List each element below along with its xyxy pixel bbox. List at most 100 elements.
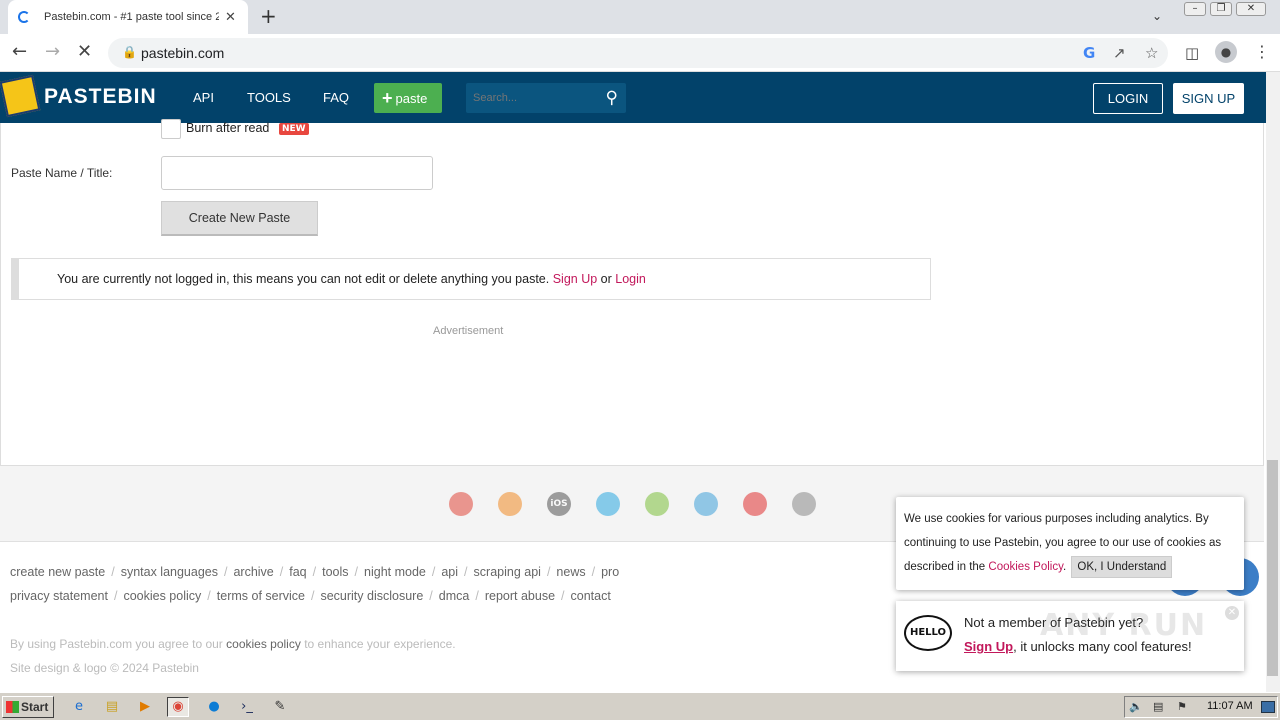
browser-toolbar: ← → ✕ 🔒 pastebin.com G ↗ ☆ ◫ ● ⋮ bbox=[0, 34, 1280, 72]
footer-link[interactable]: night mode bbox=[364, 565, 426, 579]
cookie-text: We use cookies for various purposes incl… bbox=[904, 513, 1222, 573]
ios-icon[interactable]: iOS bbox=[547, 492, 571, 516]
edge-icon[interactable]: ● bbox=[203, 697, 225, 717]
promo-signup-link[interactable]: Sign Up bbox=[964, 639, 1013, 654]
new-tab-button[interactable]: + bbox=[260, 6, 277, 26]
create-new-paste-button[interactable]: Create New Paste bbox=[161, 201, 318, 236]
plus-icon: + bbox=[382, 88, 393, 108]
menu-kebab-icon[interactable]: ⋮ bbox=[1254, 42, 1270, 62]
cookies-policy-link[interactable]: Cookies Policy bbox=[988, 561, 1063, 573]
show-desktop-icon[interactable] bbox=[1261, 701, 1275, 713]
footer-separator: / bbox=[429, 589, 433, 603]
start-button[interactable]: Start bbox=[2, 696, 54, 718]
notice-login-link[interactable]: Login bbox=[615, 272, 646, 286]
footer-link[interactable]: syntax languages bbox=[121, 565, 218, 579]
nav-api[interactable]: API bbox=[193, 90, 214, 105]
footer-link[interactable]: cookies policy bbox=[123, 589, 201, 603]
system-tray: 🔈 ▤ ⚑ 11:07 AM bbox=[1124, 696, 1278, 718]
footer-separator: / bbox=[279, 565, 284, 579]
footer-separator: / bbox=[431, 565, 436, 579]
nav-tools[interactable]: TOOLS bbox=[247, 90, 291, 105]
url-text[interactable]: pastebin.com bbox=[141, 45, 224, 61]
footer-link[interactable]: pro bbox=[601, 565, 619, 579]
new-paste-button[interactable]: + paste bbox=[374, 83, 442, 113]
chrome-taskbar-icon[interactable]: ◉ bbox=[167, 697, 189, 717]
folder-icon[interactable]: ▤ bbox=[101, 697, 123, 717]
footer-link[interactable]: terms of service bbox=[217, 589, 305, 603]
footer-separator: / bbox=[561, 589, 565, 603]
lock-icon[interactable]: 🔒 bbox=[122, 45, 137, 59]
promo-close-icon[interactable]: ✕ bbox=[1225, 606, 1239, 620]
footer-link[interactable]: news bbox=[556, 565, 585, 579]
paste-name-input[interactable] bbox=[161, 156, 433, 190]
close-window-button[interactable]: ✕ bbox=[1236, 2, 1266, 16]
footer-links-row-2: privacy statement / cookies policy / terms o… bbox=[10, 589, 611, 603]
footer-link[interactable]: scraping api bbox=[474, 565, 541, 579]
side-panel-icon[interactable]: ◫ bbox=[1185, 43, 1199, 63]
notepad-icon[interactable]: ✎ bbox=[269, 697, 291, 717]
footer-separator: / bbox=[113, 589, 118, 603]
footer-link[interactable]: dmca bbox=[439, 589, 470, 603]
footer-copyright: Site design & logo © 2024 Pastebin bbox=[10, 661, 199, 675]
footer-link[interactable]: security disclosure bbox=[320, 589, 423, 603]
powershell-icon[interactable]: ›_ bbox=[236, 697, 258, 717]
action-center-flag-icon[interactable]: ⚑ bbox=[1177, 700, 1187, 713]
footer-separator: / bbox=[312, 565, 317, 579]
footer-separator: / bbox=[354, 565, 359, 579]
windows-icon[interactable] bbox=[596, 492, 620, 516]
search-input[interactable] bbox=[466, 83, 596, 113]
restore-button[interactable]: ❐ bbox=[1210, 2, 1232, 16]
site-header: PASTEBIN API TOOLS FAQ +paste ⚲ LOGIN SI… bbox=[0, 72, 1266, 123]
linux-icon[interactable] bbox=[792, 492, 816, 516]
footer-links-row-1: create new paste / syntax languages / archiv… bbox=[10, 565, 619, 579]
footer-cookies-policy-link[interactable]: cookies policy bbox=[226, 637, 301, 651]
search-icon[interactable]: ⚲ bbox=[606, 88, 618, 108]
google-lens-icon[interactable]: G bbox=[1083, 44, 1095, 62]
footer-link[interactable]: privacy statement bbox=[10, 589, 108, 603]
cookie-ok-button[interactable]: OK, I Understand bbox=[1071, 556, 1173, 578]
notice-text: You are currently not logged in, this me… bbox=[57, 272, 550, 286]
address-bar[interactable]: 🔒 pastebin.com G ↗ ☆ bbox=[108, 38, 1168, 68]
footer-link[interactable]: report abuse bbox=[485, 589, 555, 603]
new-badge: NEW bbox=[279, 123, 309, 135]
footer-link[interactable]: contact bbox=[571, 589, 611, 603]
footer-link[interactable]: faq bbox=[289, 565, 306, 579]
firefox-icon[interactable] bbox=[498, 492, 522, 516]
browser-tab[interactable]: Pastebin.com - #1 paste tool since 2002!… bbox=[8, 0, 248, 34]
windows-taskbar: Start e ▤ ▶ ◉ ● ›_ ✎ 🔈 ▤ ⚑ 11:07 AM bbox=[0, 692, 1280, 720]
signup-button[interactable]: SIGN UP bbox=[1173, 83, 1244, 114]
opera-icon[interactable] bbox=[743, 492, 767, 516]
footer-separator: / bbox=[475, 589, 479, 603]
footer-link[interactable]: create new paste bbox=[10, 565, 105, 579]
login-notice: You are currently not logged in, this me… bbox=[11, 258, 931, 300]
notice-signup-link[interactable]: Sign Up bbox=[553, 272, 597, 286]
profile-avatar-icon[interactable]: ● bbox=[1215, 41, 1237, 63]
minimize-button[interactable]: – bbox=[1184, 2, 1206, 16]
burn-after-read-checkbox[interactable] bbox=[161, 119, 181, 139]
network-icon[interactable]: ▤ bbox=[1153, 700, 1163, 713]
page-scrollbar-thumb[interactable] bbox=[1267, 460, 1278, 676]
pastebin-logo-icon[interactable] bbox=[0, 74, 41, 118]
android-icon[interactable] bbox=[645, 492, 669, 516]
forward-icon[interactable]: → bbox=[45, 42, 60, 62]
x-icon[interactable] bbox=[694, 492, 718, 516]
footer-link[interactable]: tools bbox=[322, 565, 348, 579]
chrome-icon[interactable] bbox=[449, 492, 473, 516]
media-player-icon[interactable]: ▶ bbox=[134, 697, 156, 717]
site-brand[interactable]: PASTEBIN bbox=[44, 85, 157, 109]
stop-loading-icon[interactable]: ✕ bbox=[77, 42, 92, 62]
footer-link[interactable]: api bbox=[441, 565, 458, 579]
tab-close-icon[interactable]: ✕ bbox=[225, 10, 236, 25]
back-icon[interactable]: ← bbox=[12, 42, 27, 62]
tab-search-chevron-icon[interactable]: ⌄ bbox=[1152, 9, 1162, 23]
nav-faq[interactable]: FAQ bbox=[323, 90, 349, 105]
share-icon[interactable]: ↗ bbox=[1113, 44, 1126, 62]
footer-link[interactable]: archive bbox=[233, 565, 273, 579]
volume-icon[interactable]: 🔈 bbox=[1129, 700, 1143, 713]
paste-name-label: Paste Name / Title: bbox=[11, 166, 113, 180]
ie-icon[interactable]: e bbox=[68, 697, 90, 717]
login-button[interactable]: LOGIN bbox=[1093, 83, 1163, 114]
bookmark-star-icon[interactable]: ☆ bbox=[1145, 44, 1158, 62]
start-label: Start bbox=[21, 700, 49, 714]
anyrun-watermark: ANY RUN bbox=[1040, 608, 1208, 643]
